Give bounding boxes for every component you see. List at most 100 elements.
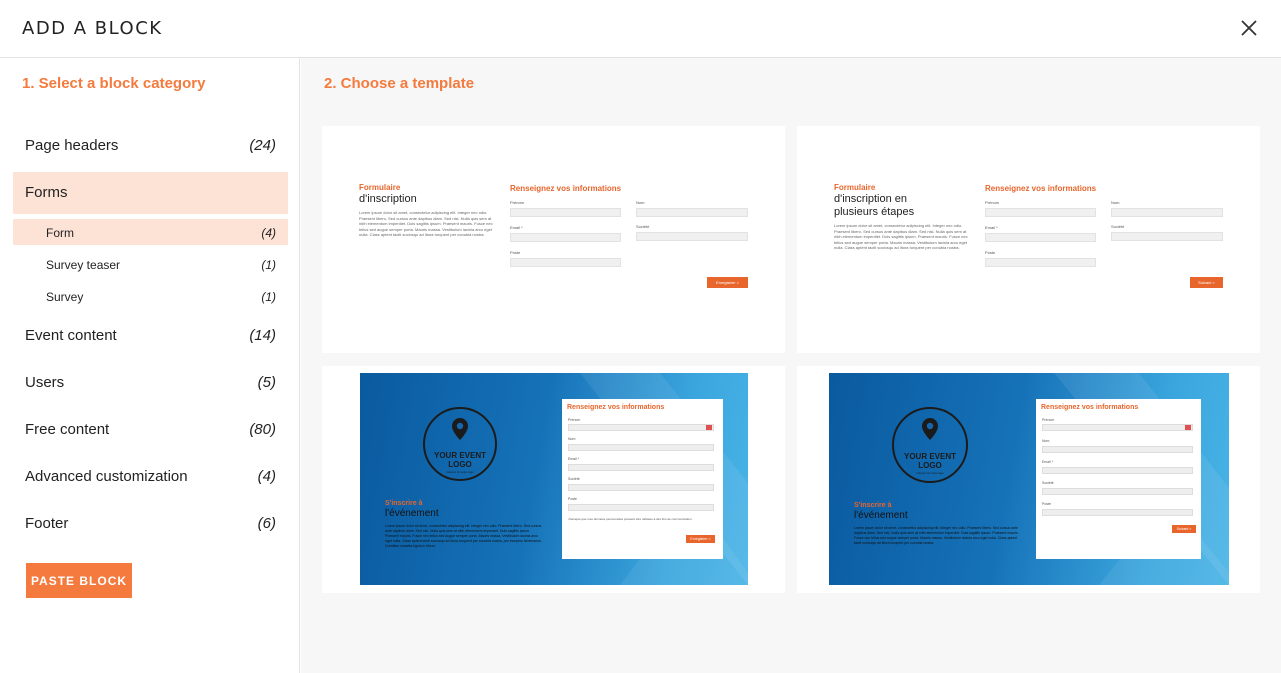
field-label: Nom xyxy=(1042,439,1050,443)
category-label: Form xyxy=(46,226,74,240)
template-heading: Formulaire xyxy=(359,183,401,192)
template-form-title: Renseignez vos informations xyxy=(985,184,1097,193)
category-label: Footer xyxy=(25,515,69,532)
category-count: (24) xyxy=(249,137,276,154)
field-label: Prénom xyxy=(510,200,525,205)
category-free-content[interactable]: Free content (80) xyxy=(13,409,288,451)
field-label: Prénom xyxy=(1042,418,1055,422)
category-label: Users xyxy=(25,374,65,391)
template-subheading: l'événement xyxy=(385,508,439,519)
category-label: Advanced customization xyxy=(25,468,188,485)
template-subheading: d'inscription xyxy=(359,193,417,205)
form-field xyxy=(1042,509,1193,516)
template-form-card: Renseignez vos informations Prénom Nom E… xyxy=(562,399,723,559)
template-submit-button: Enregistrer > xyxy=(686,535,715,543)
template-heading: S'inscrire à xyxy=(385,500,423,507)
form-field xyxy=(568,444,714,451)
field-label: Poste xyxy=(568,497,577,501)
template-card-form-simple[interactable]: Formulaire d'inscription Lorem ipsum dol… xyxy=(322,126,785,353)
template-panel: 2. Choose a template Formulaire d'inscri… xyxy=(301,58,1281,673)
subcategory-survey[interactable]: Survey (1) xyxy=(13,283,288,309)
category-step-title: 1. Select a block category xyxy=(22,75,206,92)
category-advanced-customization[interactable]: Advanced customization (4) xyxy=(13,456,288,498)
form-field xyxy=(568,464,714,471)
form-field xyxy=(1042,488,1193,495)
form-field xyxy=(510,258,621,267)
category-count: (4) xyxy=(261,226,276,240)
template-form-card: Renseignez vos informations Prénom Nom E… xyxy=(1036,399,1201,559)
form-field xyxy=(568,484,714,491)
template-submit-button: Suivant > xyxy=(1190,277,1223,288)
event-logo-tagline: Insérez ici votre logo xyxy=(446,470,474,474)
field-label: Nom xyxy=(636,200,645,205)
category-event-content[interactable]: Event content (14) xyxy=(13,315,288,357)
category-label: Page headers xyxy=(25,137,119,154)
form-field xyxy=(985,208,1096,217)
form-field xyxy=(568,424,714,431)
category-count: (1) xyxy=(261,290,276,304)
form-field xyxy=(510,208,621,217)
category-label: Forms xyxy=(25,184,68,201)
category-count: (1) xyxy=(261,258,276,272)
template-heading: Formulaire xyxy=(834,183,876,192)
category-count: (6) xyxy=(257,515,276,532)
location-pin-icon xyxy=(452,418,468,440)
field-label: Nom xyxy=(568,437,576,441)
category-count: (80) xyxy=(249,421,276,438)
category-forms[interactable]: Forms xyxy=(13,172,288,214)
template-form-title: Renseignez vos informations xyxy=(1041,404,1139,411)
template-body-text: Lorem ipsum dolor sit amet, consectetur … xyxy=(359,210,493,237)
template-form-title: Renseignez vos informations xyxy=(567,404,665,411)
modal-title: ADD A BLOCK xyxy=(22,18,163,39)
form-field xyxy=(985,258,1096,267)
field-label: Société xyxy=(1042,481,1054,485)
category-count: (5) xyxy=(257,374,276,391)
category-label: Survey teaser xyxy=(46,258,121,272)
template-banner: YOUR EVENT LOGO Insérez ici votre logo S… xyxy=(360,373,748,585)
form-field xyxy=(636,232,748,241)
template-subheading: l'événement xyxy=(854,510,908,521)
category-page-headers[interactable]: Page headers (24) xyxy=(13,125,288,167)
event-logo-tagline: Insérez ici votre logo xyxy=(916,471,944,475)
template-form-title: Renseignez vos informations xyxy=(510,184,622,193)
category-count: (4) xyxy=(257,468,276,485)
template-banner: YOUR EVENT LOGO Insérez ici votre logo S… xyxy=(829,373,1229,585)
template-card-event-multistep[interactable]: YOUR EVENT LOGO Insérez ici votre logo S… xyxy=(797,366,1260,593)
form-field xyxy=(1042,446,1193,453)
field-label: Email * xyxy=(985,225,998,230)
field-badge xyxy=(706,425,712,430)
paste-block-button[interactable]: PASTE BLOCK xyxy=(26,563,132,598)
category-panel: 1. Select a block category Page headers … xyxy=(0,58,300,673)
template-card-event-registration[interactable]: YOUR EVENT LOGO Insérez ici votre logo S… xyxy=(322,366,785,593)
subcategory-form[interactable]: Form (4) xyxy=(13,219,288,245)
form-field xyxy=(568,504,714,511)
subcategory-survey-teaser[interactable]: Survey teaser (1) xyxy=(13,251,288,277)
template-body-text: Lorem ipsum dolor sit amet, consectetur … xyxy=(385,524,542,548)
template-card-form-multistep[interactable]: Formulaire d'inscription en plusieurs ét… xyxy=(797,126,1260,353)
modal-header: ADD A BLOCK xyxy=(0,0,1281,58)
template-step-title: 2. Choose a template xyxy=(324,75,475,92)
form-field xyxy=(985,233,1096,242)
event-logo-text: YOUR EVENT LOGO xyxy=(903,452,956,470)
field-label: Poste xyxy=(510,250,521,255)
category-label: Event content xyxy=(25,327,117,344)
field-label: Email * xyxy=(510,225,523,230)
category-count: (14) xyxy=(249,327,276,344)
form-field xyxy=(1042,467,1193,474)
category-users[interactable]: Users (5) xyxy=(13,362,288,404)
category-label: Survey xyxy=(46,290,84,304)
consent-text: J'accepte que mes données personnelles p… xyxy=(568,517,693,521)
event-logo-text: YOUR EVENT LOGO xyxy=(433,451,486,469)
field-label: Société xyxy=(568,477,580,481)
form-field xyxy=(510,233,621,242)
template-body-text: Lorem ipsum dolor sit amet, consectetur … xyxy=(854,526,1019,545)
template-heading: S'inscrire à xyxy=(854,502,892,509)
template-body-text: Lorem ipsum dolor sit amet, consectetur … xyxy=(834,223,968,250)
field-label: Email * xyxy=(1042,460,1054,464)
close-icon[interactable] xyxy=(1237,16,1261,40)
template-subheading: d'inscription en plusieurs étapes xyxy=(834,193,915,218)
field-label: Poste xyxy=(985,250,996,255)
field-label: Prénom xyxy=(568,418,581,422)
template-submit-button: Suivant > xyxy=(1172,525,1196,533)
category-footer[interactable]: Footer (6) xyxy=(13,503,288,545)
